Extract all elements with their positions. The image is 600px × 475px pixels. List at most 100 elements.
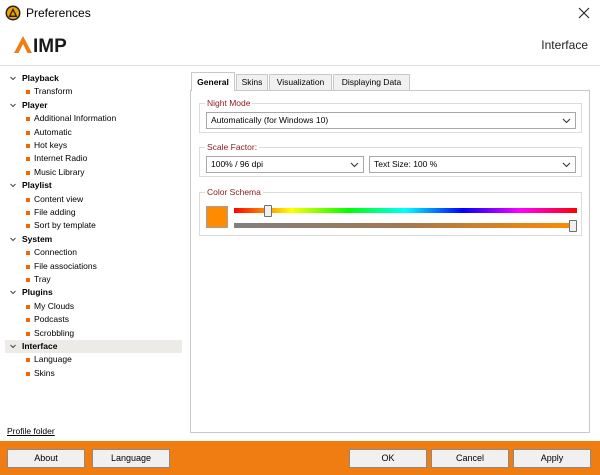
tree-item-content-view[interactable]: Content view — [5, 193, 182, 206]
bullet-icon — [26, 278, 30, 282]
tree-category-label: Interface — [22, 341, 58, 351]
bullet-icon — [26, 211, 30, 215]
tree-category-playback[interactable]: Playback — [5, 72, 182, 85]
tree-category-label: Playback — [22, 73, 59, 83]
chevron-down-icon — [350, 162, 359, 168]
close-icon — [578, 7, 590, 19]
tree-item-scrobbling[interactable]: Scrobbling — [5, 327, 182, 340]
tree-item-label: Language — [34, 354, 72, 365]
chevron-down-icon[interactable] — [9, 99, 17, 112]
bullet-icon — [26, 90, 30, 95]
tree-category-label: Playlist — [22, 180, 52, 191]
tree-item-hot-keys[interactable]: Hot keys — [5, 139, 182, 152]
tab-visualization[interactable]: Visualization — [269, 74, 332, 91]
chevron-down-icon — [562, 162, 571, 168]
tree-item-tray[interactable]: Tray — [5, 273, 182, 286]
shade-slider-track[interactable] — [234, 223, 577, 228]
profile-folder-link[interactable]: Profile folder — [7, 426, 55, 436]
night-mode-select[interactable]: Automatically (for Windows 10) — [206, 112, 576, 129]
tree-item-label: File adding — [34, 207, 76, 217]
tab-general[interactable]: General — [191, 72, 235, 91]
scale-factor-value: 100% / 96 dpi — [211, 159, 263, 169]
tree-item-label: Tray — [34, 274, 51, 284]
tree-category-playlist[interactable]: Playlist — [5, 179, 182, 192]
tree-item-label: Internet Radio — [34, 153, 88, 164]
tree-category-plugins[interactable]: Plugins — [5, 286, 182, 299]
color-swatch[interactable] — [206, 206, 228, 228]
preferences-tree: Playback Transform Player Additional Inform… — [5, 72, 182, 392]
aimp-app-icon — [5, 5, 21, 21]
bullet-icon — [26, 197, 30, 202]
scale-factor-group: Scale Factor: 100% / 96 dpi Text Size: 1… — [199, 142, 582, 177]
tree-item-transform[interactable]: Transform — [5, 85, 182, 98]
tree-item-music-library[interactable]: Music Library — [5, 166, 182, 179]
tree-item-file-adding[interactable]: File adding — [5, 206, 182, 219]
tree-item-label: Transform — [34, 86, 73, 97]
tree-item-skins[interactable]: Skins — [5, 367, 182, 380]
ok-button[interactable]: OK — [349, 449, 427, 468]
hue-slider-track[interactable] — [234, 208, 577, 213]
tree-item-label: Automatic — [34, 126, 72, 137]
tree-item-sort-by-template[interactable]: Sort by template — [5, 219, 182, 232]
window-title: Preferences — [26, 6, 91, 20]
bullet-icon — [26, 144, 30, 148]
tree-category-label: Plugins — [22, 287, 53, 298]
tree-item-automatic[interactable]: Automatic — [5, 126, 182, 139]
tree-item-file-associations[interactable]: File associations — [5, 260, 182, 273]
tab-displaying-data[interactable]: Displaying Data — [333, 74, 410, 91]
tree-item-connection[interactable]: Connection — [5, 246, 182, 259]
bullet-icon — [26, 331, 30, 336]
tree-item-label: Content view — [34, 193, 84, 204]
tree-item-additional-information[interactable]: Additional Information — [5, 112, 182, 125]
tree-item-label: My Clouds — [34, 300, 75, 311]
tree-item-my-clouds[interactable]: My Clouds — [5, 300, 182, 313]
aimp-logo: IMP — [14, 36, 67, 55]
title-bar: Preferences — [0, 0, 600, 26]
tree-category-player[interactable]: Player — [5, 99, 182, 112]
tree-item-language[interactable]: Language — [5, 353, 182, 366]
tree-category-label: Player — [22, 99, 48, 110]
text-size-value: Text Size: 100 % — [374, 159, 438, 169]
tree-category-system[interactable]: System — [5, 233, 182, 246]
tree-category-interface[interactable]: Interface — [5, 340, 182, 353]
scale-factor-label: Scale Factor: — [205, 142, 260, 152]
chevron-down-icon — [562, 118, 571, 124]
night-mode-value: Automatically (for Windows 10) — [211, 115, 329, 125]
svg-text:IMP: IMP — [33, 36, 67, 55]
shade-slider-thumb[interactable] — [569, 220, 577, 232]
section-title: Interface — [541, 38, 588, 52]
close-button[interactable] — [568, 0, 600, 26]
scale-factor-select[interactable]: 100% / 96 dpi — [206, 156, 364, 173]
night-mode-label: Night Mode — [205, 98, 253, 108]
chevron-down-icon[interactable] — [9, 233, 17, 246]
chevron-down-icon[interactable] — [9, 72, 17, 85]
bullet-icon — [26, 251, 30, 256]
bullet-icon — [26, 304, 30, 309]
tree-item-label: Additional Information — [34, 113, 117, 124]
bullet-icon — [26, 264, 30, 269]
tree-item-label: Podcasts — [34, 314, 69, 325]
tree-category-label: System — [22, 233, 53, 244]
apply-button[interactable]: Apply — [513, 449, 591, 468]
text-size-select[interactable]: Text Size: 100 % — [369, 156, 576, 173]
tree-item-podcasts[interactable]: Podcasts — [5, 313, 182, 326]
bullet-icon — [26, 117, 30, 122]
color-schema-label: Color Schema — [205, 187, 263, 197]
tree-item-internet-radio[interactable]: Internet Radio — [5, 152, 182, 165]
tree-item-label: Hot keys — [34, 140, 68, 150]
about-button[interactable]: About — [7, 449, 85, 468]
chevron-down-icon[interactable] — [9, 179, 17, 192]
chevron-down-icon[interactable] — [9, 340, 17, 353]
language-button[interactable]: Language — [92, 449, 170, 468]
bullet-icon — [26, 130, 30, 135]
tree-item-label: Connection — [34, 247, 78, 258]
hue-slider-thumb[interactable] — [264, 205, 273, 217]
bullet-icon — [26, 224, 30, 229]
footer-bar: About Language OK Cancel Apply — [0, 441, 600, 475]
cancel-button[interactable]: Cancel — [431, 449, 509, 468]
chevron-down-icon[interactable] — [9, 286, 17, 299]
tab-skins[interactable]: Skins — [236, 74, 268, 91]
general-tab-panel: Night Mode Automatically (for Windows 10… — [190, 90, 590, 433]
tree-item-label: Music Library — [34, 166, 85, 177]
tree-item-label: Skins — [34, 367, 55, 378]
